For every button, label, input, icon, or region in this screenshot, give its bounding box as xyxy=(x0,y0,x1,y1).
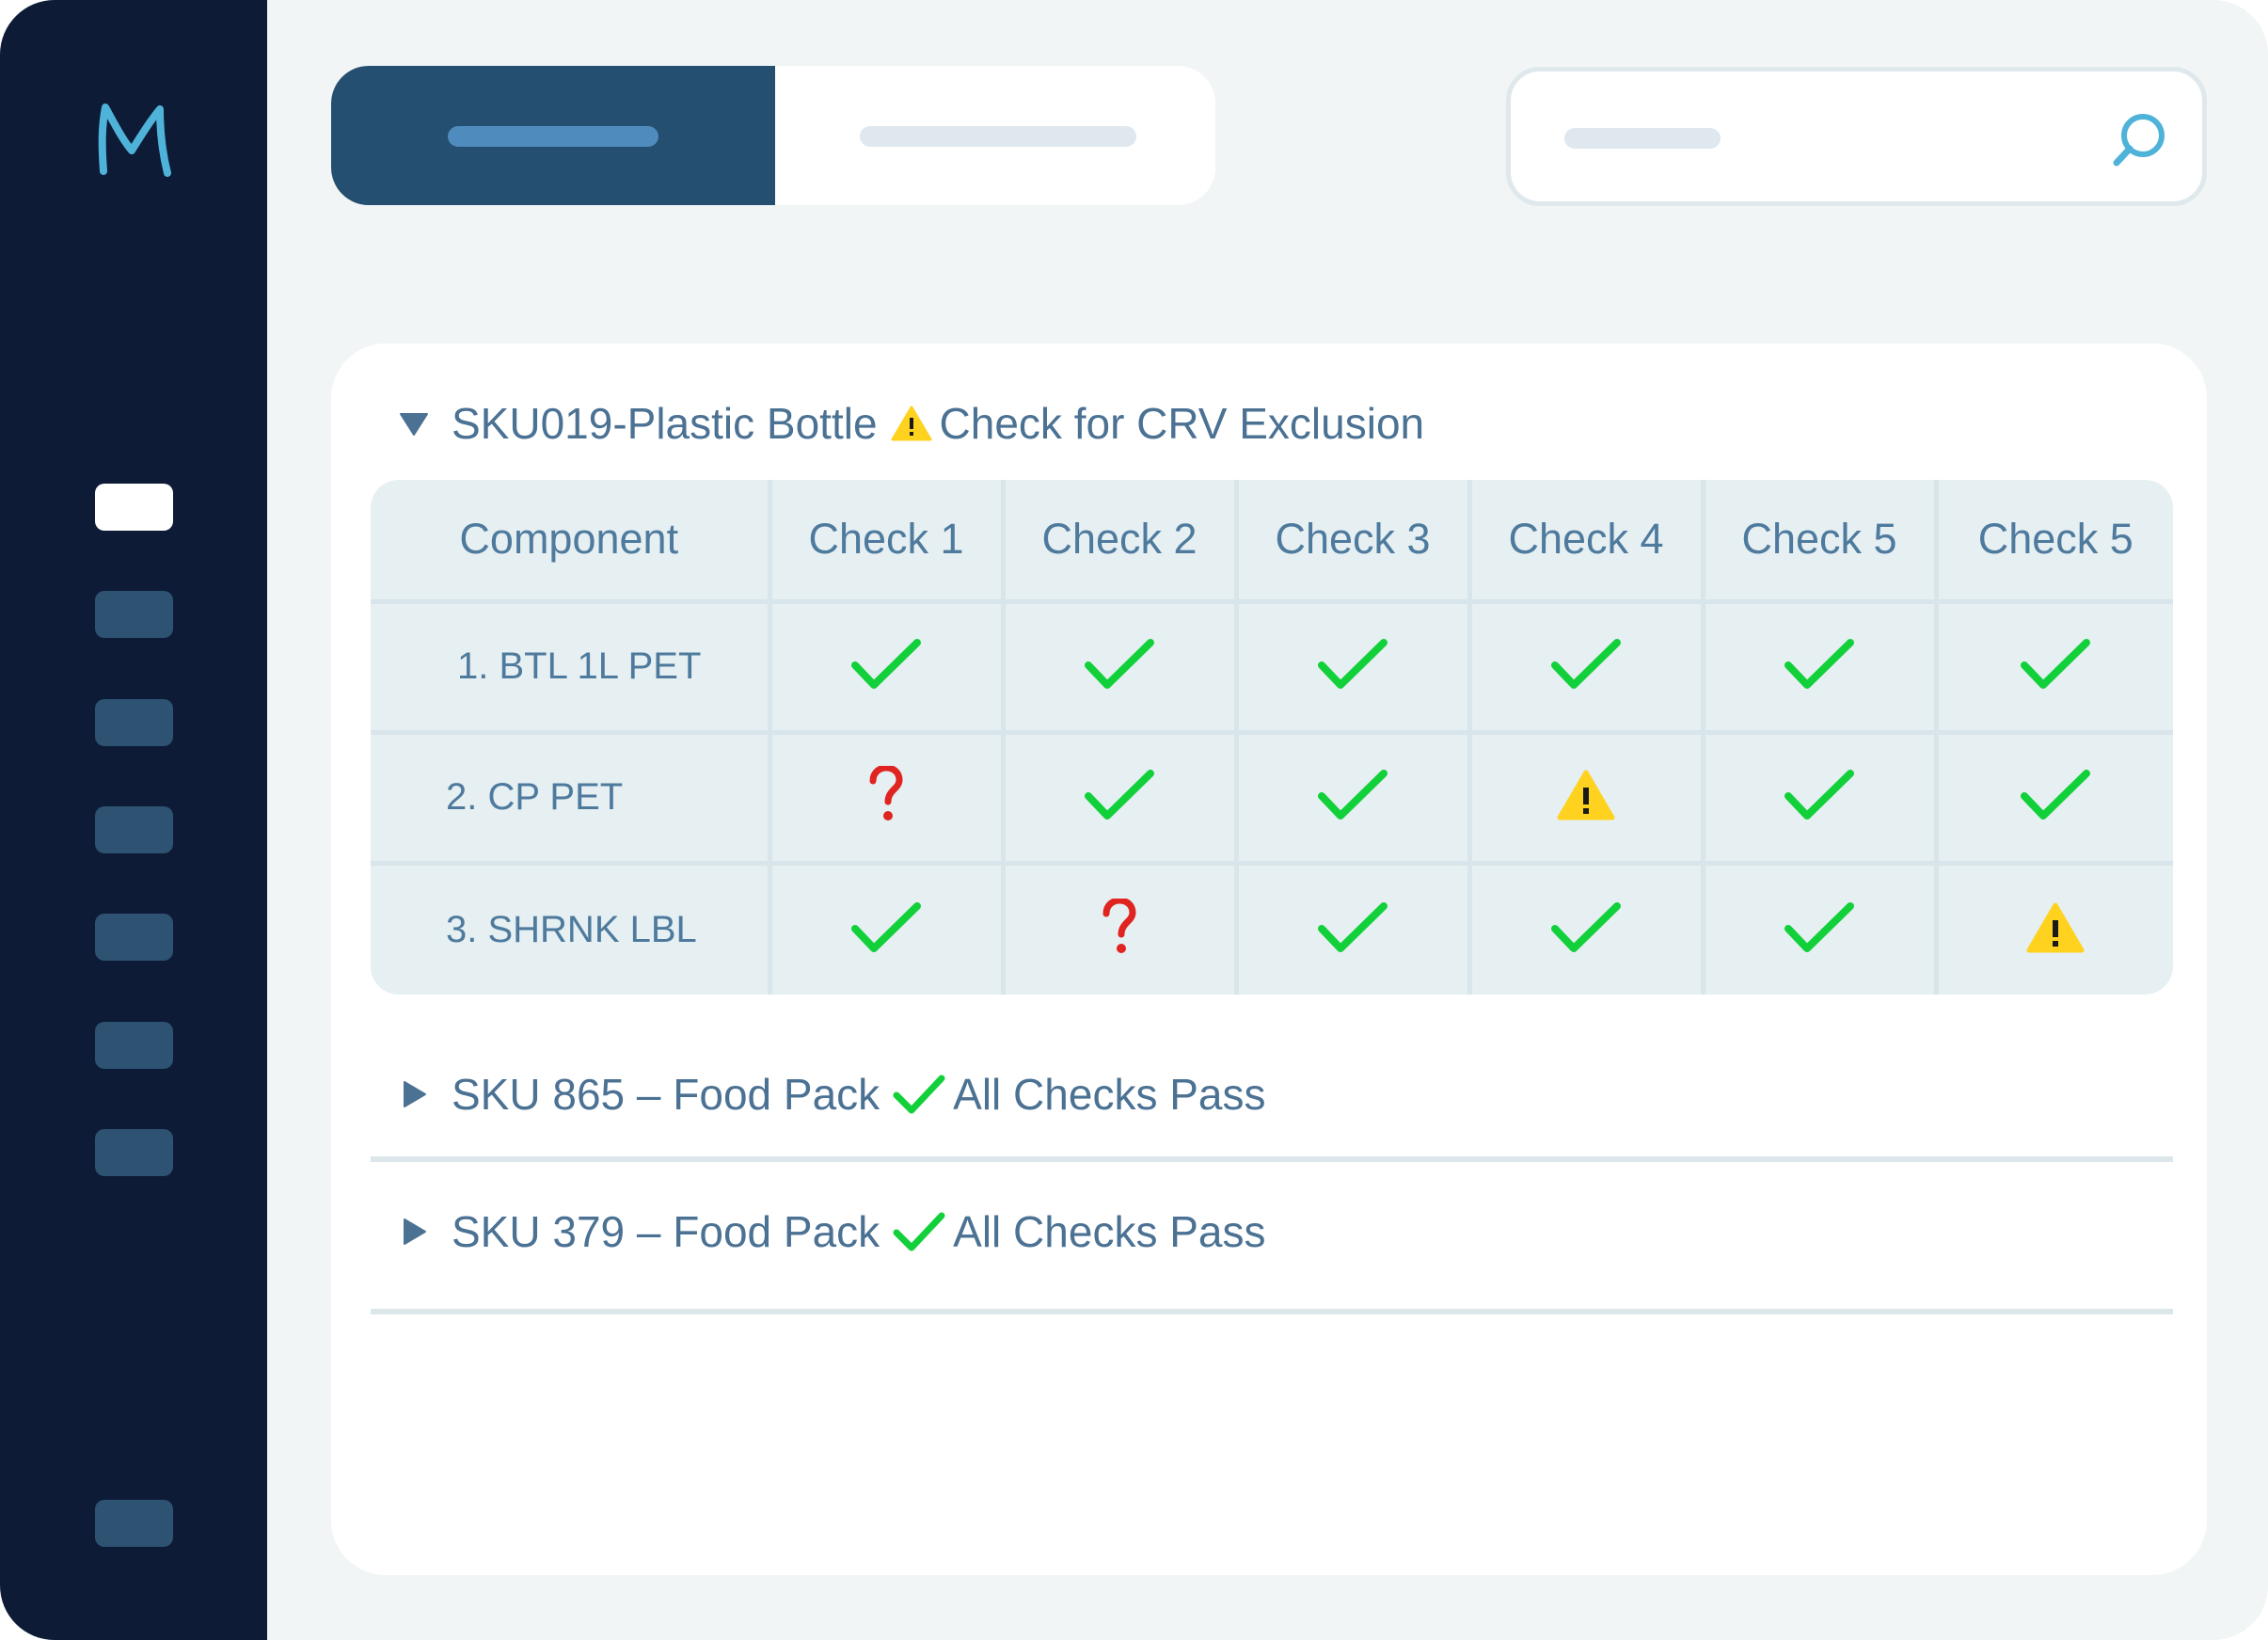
check-icon xyxy=(1084,637,1155,696)
warning-icon xyxy=(1556,769,1616,826)
column-header: Component xyxy=(371,480,772,604)
group-status-text: All Checks Pass xyxy=(953,1207,1266,1256)
check-icon xyxy=(1784,768,1855,827)
divider xyxy=(371,1156,2173,1162)
check-result-cell xyxy=(1236,732,1472,867)
group-title: SKU 379 – Food Pack xyxy=(452,1207,880,1256)
tab-primary[interactable] xyxy=(331,66,775,205)
caret-right-icon[interactable] xyxy=(399,1079,429,1109)
check-result-cell xyxy=(1003,601,1239,735)
checks-table: Component Check 1 Check 2 Check 3 Check … xyxy=(371,480,2173,995)
group-header-sku019[interactable]: SKU019-Plastic Bottle Check for CRV Excl… xyxy=(399,395,1424,452)
check-icon xyxy=(850,637,922,696)
check-result-cell xyxy=(769,732,1006,867)
group-title: SKU019-Plastic Bottle xyxy=(452,399,878,448)
tab-secondary-label xyxy=(860,126,1136,147)
column-header: Check 5 xyxy=(1936,480,2173,604)
check-icon xyxy=(1550,637,1622,696)
tab-primary-label xyxy=(448,126,658,147)
sku-list-card: SKU019-Plastic Bottle Check for CRV Excl… xyxy=(331,343,2207,1575)
sidebar-item-bottom[interactable] xyxy=(95,1500,173,1547)
table-row: 3. SHRNK LBL xyxy=(371,863,2173,995)
sidebar-item-2[interactable] xyxy=(95,591,173,638)
table-row: 1. BTL 1L PET xyxy=(371,601,2173,735)
check-icon xyxy=(893,1212,945,1251)
sidebar-item-6[interactable] xyxy=(95,1022,173,1069)
group-status-text: Check for CRV Exclusion xyxy=(939,399,1425,448)
table-header-row: Component Check 1 Check 2 Check 3 Check … xyxy=(371,480,2173,604)
component-cell: 2. CP PET xyxy=(371,732,772,867)
check-result-cell xyxy=(1936,864,2173,995)
column-header: Check 4 xyxy=(1469,480,1705,604)
search-icon[interactable] xyxy=(2109,111,2169,171)
check-result-cell xyxy=(1469,732,1705,867)
sidebar xyxy=(0,0,267,1640)
check-icon xyxy=(2020,768,2091,827)
check-icon xyxy=(1084,768,1155,827)
check-result-cell xyxy=(1703,863,1939,995)
check-icon xyxy=(850,900,922,960)
column-header: Check 1 xyxy=(769,480,1006,604)
logo-icon xyxy=(98,103,171,177)
question-icon xyxy=(867,764,905,829)
caret-down-icon[interactable] xyxy=(399,408,429,438)
search-placeholder xyxy=(1564,128,1721,149)
check-result-cell xyxy=(1236,863,1472,995)
question-icon xyxy=(1101,897,1138,962)
divider xyxy=(371,1309,2173,1314)
column-header: Check 2 xyxy=(1003,480,1239,604)
group-status-text: All Checks Pass xyxy=(953,1070,1266,1119)
column-header: Check 3 xyxy=(1236,480,1472,604)
sidebar-item-1[interactable] xyxy=(95,484,173,531)
check-result-cell xyxy=(1469,863,1705,995)
group-header-sku379[interactable]: SKU 379 – Food Pack All Checks Pass xyxy=(399,1203,1266,1260)
warning-icon xyxy=(2025,901,2086,959)
check-result-cell xyxy=(1936,601,2173,735)
column-header: Check 5 xyxy=(1703,480,1939,604)
sidebar-item-3[interactable] xyxy=(95,699,173,746)
check-result-cell xyxy=(1236,601,1472,735)
sidebar-item-4[interactable] xyxy=(95,806,173,853)
group-title: SKU 865 – Food Pack xyxy=(452,1070,880,1119)
check-icon xyxy=(1317,900,1388,960)
check-result-cell xyxy=(1703,601,1939,735)
check-result-cell xyxy=(1003,863,1239,995)
check-icon xyxy=(1317,768,1388,827)
warning-icon xyxy=(891,406,932,441)
check-result-cell xyxy=(769,601,1006,735)
table-row: 2. CP PET xyxy=(371,732,2173,867)
check-result-cell xyxy=(1703,732,1939,867)
tab-secondary[interactable] xyxy=(775,66,1215,205)
check-result-cell xyxy=(769,863,1006,995)
component-cell: 3. SHRNK LBL xyxy=(371,863,772,995)
check-icon xyxy=(1317,637,1388,696)
check-result-cell xyxy=(1469,601,1705,735)
sidebar-item-7[interactable] xyxy=(95,1129,173,1176)
sidebar-item-5[interactable] xyxy=(95,914,173,961)
check-icon xyxy=(1784,637,1855,696)
view-tabs xyxy=(331,66,1215,205)
app-window: SKU019-Plastic Bottle Check for CRV Excl… xyxy=(0,0,2268,1640)
check-icon xyxy=(893,1075,945,1114)
group-header-sku865[interactable]: SKU 865 – Food Pack All Checks Pass xyxy=(399,1066,1266,1123)
caret-right-icon[interactable] xyxy=(399,1217,429,1247)
search-input[interactable] xyxy=(1506,67,2207,206)
check-result-cell xyxy=(1936,732,2173,867)
check-icon xyxy=(2020,637,2091,696)
check-icon xyxy=(1784,900,1855,960)
component-cell: 1. BTL 1L PET xyxy=(371,601,772,735)
check-icon xyxy=(1550,900,1622,960)
check-result-cell xyxy=(1003,732,1239,867)
